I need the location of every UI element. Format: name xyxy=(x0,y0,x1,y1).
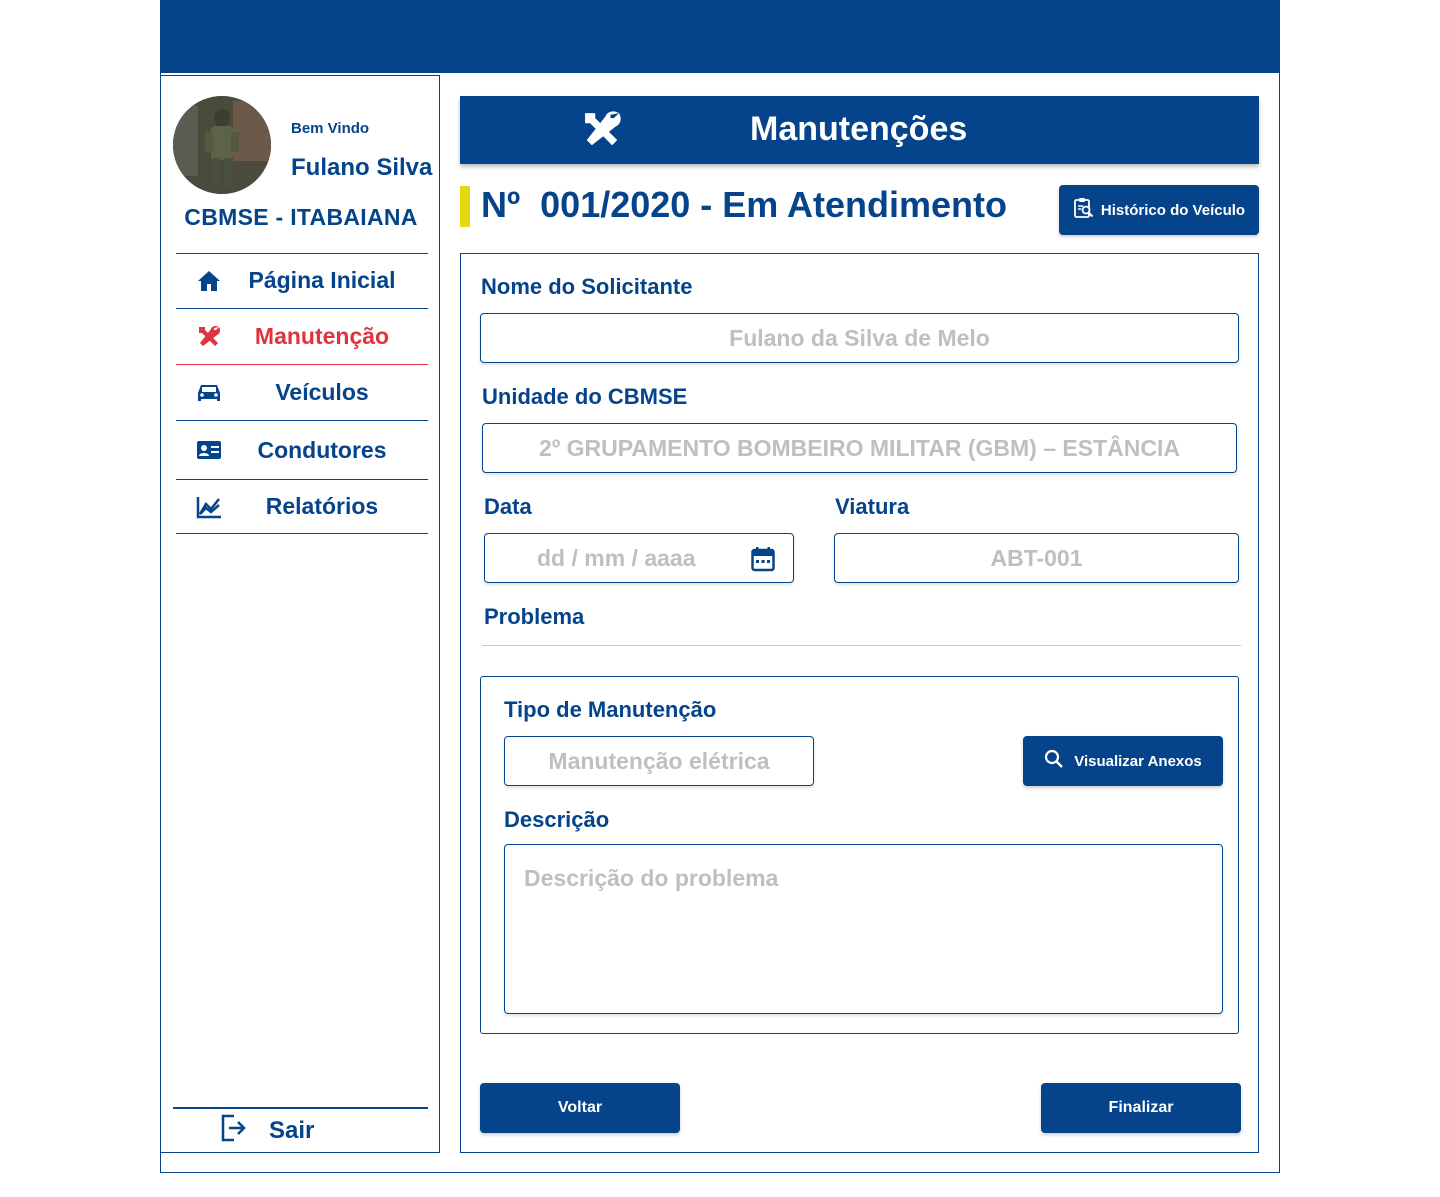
avatar xyxy=(173,96,271,194)
description-label: Descrição xyxy=(504,807,610,832)
page-title: Manutenções xyxy=(750,110,968,148)
top-bar xyxy=(160,0,1280,73)
sidebar: Bem Vindo Fulano Silva CBMSE - ITABAIANA… xyxy=(160,75,440,1153)
maintenance-type-field[interactable]: Manutenção elétrica xyxy=(504,736,814,786)
home-icon xyxy=(196,268,222,294)
description-textarea[interactable]: Descrição do problema xyxy=(504,844,1223,1014)
nav-item-condutores[interactable]: Condutores xyxy=(176,421,428,480)
problem-divider xyxy=(482,645,1241,646)
logout-label: Sair xyxy=(269,1116,315,1144)
nav-item-pagina-inicial[interactable]: Página Inicial xyxy=(176,253,428,309)
tools-icon xyxy=(580,108,624,152)
nav-item-veiculos[interactable]: Veículos xyxy=(176,365,428,421)
date-label: Data xyxy=(484,494,532,519)
nav-item-relatorios[interactable]: Relatórios xyxy=(176,480,428,534)
status-marker xyxy=(460,186,470,227)
chart-icon xyxy=(196,494,222,520)
order-title: Nº 001/2020 - Em Atendimento xyxy=(481,184,1007,225)
problem-label: Problema xyxy=(484,604,585,629)
vehicle-field[interactable]: ABT-001 xyxy=(834,533,1239,583)
unit-field[interactable]: 2º GRUPAMENTO BOMBEIRO MILITAR (GBM) – E… xyxy=(482,423,1237,473)
id-card-icon xyxy=(196,437,222,463)
unit-label: Unidade do CBMSE xyxy=(482,384,688,409)
vehicle-label: Viatura xyxy=(835,494,910,519)
requester-label: Nome do Solicitante xyxy=(481,274,693,299)
maintenance-type-label: Tipo de Manutenção xyxy=(504,697,717,722)
clipboard-search-icon xyxy=(1073,197,1095,223)
finish-button[interactable]: Finalizar xyxy=(1041,1083,1241,1133)
logout-button[interactable]: Sair xyxy=(221,1114,314,1147)
page-header: Manutenções xyxy=(460,96,1259,164)
sidebar-nav: Página Inicial Manutenção Veículos Condu… xyxy=(176,253,428,534)
user-name: Fulano Silva xyxy=(291,154,433,181)
vehicle-history-label: Histórico do Veículo xyxy=(1100,201,1246,219)
logout-icon xyxy=(221,1114,247,1147)
welcome-text: Bem Vindo xyxy=(291,120,370,137)
vehicle-history-button[interactable]: Histórico do Veículo xyxy=(1059,185,1259,235)
view-attachments-button[interactable]: Visualizar Anexos xyxy=(1023,736,1223,786)
user-unit: CBMSE - ITABAIANA xyxy=(184,204,418,230)
tools-icon xyxy=(196,324,222,350)
search-icon xyxy=(1044,749,1064,773)
requester-field[interactable]: Fulano da Silva de Melo xyxy=(480,313,1239,363)
back-button[interactable]: Voltar xyxy=(480,1083,680,1133)
view-attachments-label: Visualizar Anexos xyxy=(1074,752,1202,770)
calendar-icon[interactable] xyxy=(751,546,775,578)
nav-item-manutencao[interactable]: Manutenção xyxy=(176,309,428,365)
date-field[interactable]: dd / mm / aaaa xyxy=(484,533,794,583)
date-placeholder: dd / mm / aaaa xyxy=(537,544,696,571)
car-icon xyxy=(196,380,222,406)
logout-divider xyxy=(173,1107,428,1109)
